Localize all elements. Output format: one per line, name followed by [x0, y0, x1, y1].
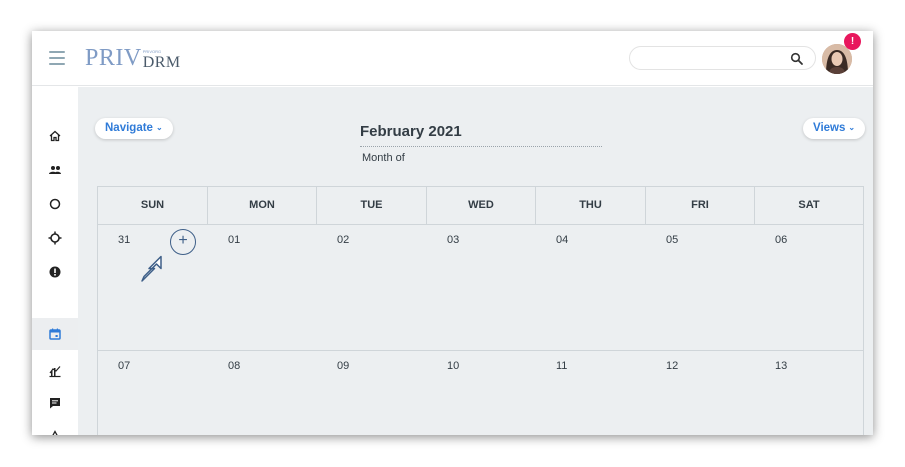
day-number: 12 [666, 360, 679, 372]
search-icon[interactable] [790, 52, 804, 66]
weekday-thu: THU [536, 187, 646, 224]
day-number: 07 [118, 360, 131, 372]
chart-icon [49, 366, 61, 378]
day-cell[interactable]: 10 [427, 351, 536, 435]
day-number: 08 [228, 360, 241, 372]
weekday-sun: SUN [98, 187, 208, 224]
week-row: 07 08 09 10 11 12 13 [98, 351, 863, 435]
week-row: 31 + 01 02 03 04 05 06 [98, 225, 863, 351]
calendar-subtitle: Month of [362, 152, 405, 164]
menu-icon[interactable] [49, 51, 65, 65]
day-cell[interactable]: 07 [98, 351, 208, 435]
day-number: 02 [337, 234, 350, 246]
logo-sub-text: DRM [142, 54, 181, 71]
day-cell[interactable]: 11 [536, 351, 646, 435]
day-cell[interactable]: 13 [755, 351, 863, 435]
day-number: 09 [337, 360, 350, 372]
weekday-sat: SAT [798, 199, 820, 211]
day-cell[interactable]: 12 [646, 351, 755, 435]
day-cell[interactable]: 08 [208, 351, 317, 435]
arrow-icon [141, 255, 162, 282]
logo-main-text: PRIV [85, 45, 142, 71]
warning-icon [52, 430, 58, 435]
day-cell[interactable]: 01 [208, 225, 317, 350]
day-number: 05 [666, 234, 679, 246]
weekday-header: SUN MON TUE WED THU FRI SAT [98, 187, 863, 225]
weekday-mon: MON [208, 187, 317, 224]
title-divider [360, 146, 602, 147]
weekday-tue: TUE [317, 187, 427, 224]
weekday-wed: WED [427, 187, 536, 224]
alert-circle-icon [49, 266, 61, 278]
home-icon [49, 130, 61, 142]
day-number: 11 [556, 360, 568, 372]
app-window: PRIV PRIVORG DRM ! Navigate ⌄ Views ⌄ Fe… [32, 31, 873, 435]
sidebar-item-users[interactable] [32, 154, 78, 186]
calendar-icon [49, 328, 61, 340]
month-grid: SUN MON TUE WED THU FRI SAT 31 + 01 02 0 [97, 186, 864, 435]
views-label: Views [813, 122, 846, 134]
sidebar [32, 87, 78, 435]
logo[interactable]: PRIV PRIVORG DRM [85, 45, 181, 71]
day-number: 31 [118, 234, 131, 246]
sidebar-item-calendar[interactable] [32, 318, 78, 350]
day-cell[interactable]: 04 [536, 225, 646, 350]
users-icon [49, 166, 61, 174]
day-number: 06 [775, 234, 788, 246]
sidebar-item-messages[interactable] [32, 387, 78, 419]
sidebar-item-charts[interactable] [32, 355, 78, 387]
search-box[interactable] [629, 46, 816, 70]
chevron-down-icon: ⌄ [848, 123, 856, 132]
day-number: 13 [775, 360, 788, 372]
day-cell[interactable]: 03 [427, 225, 536, 350]
navigate-label: Navigate [105, 122, 153, 134]
search-input[interactable] [640, 50, 780, 67]
day-number: 01 [228, 234, 241, 246]
day-cell[interactable]: 06 [755, 225, 863, 350]
day-cell[interactable]: 02 [317, 225, 427, 350]
day-number: 04 [556, 234, 569, 246]
calendar-view: Navigate ⌄ Views ⌄ February 2021 Month of … [78, 87, 873, 435]
notification-badge[interactable]: ! [844, 33, 861, 50]
day-cell[interactable]: 31 + [98, 225, 208, 350]
day-number: 10 [447, 360, 460, 372]
navigate-button[interactable]: Navigate ⌄ [95, 118, 173, 139]
sidebar-item-warnings[interactable] [32, 421, 78, 435]
day-number: 03 [447, 234, 460, 246]
calendar-title: February 2021 [360, 123, 462, 140]
weekday-fri: FRI [646, 187, 755, 224]
day-cell[interactable]: 05 [646, 225, 755, 350]
day-cell[interactable]: 09 [317, 351, 427, 435]
top-bar: PRIV PRIVORG DRM ! [32, 31, 873, 86]
chevron-down-icon: ⌄ [155, 123, 163, 132]
add-event-button[interactable]: + [170, 229, 196, 255]
views-button[interactable]: Views ⌄ [803, 118, 866, 139]
target-icon [48, 231, 62, 245]
sidebar-item-alerts[interactable] [32, 256, 78, 288]
message-icon [50, 398, 60, 409]
circle-icon [49, 198, 61, 210]
sidebar-item-circle[interactable] [32, 188, 78, 220]
sidebar-item-home[interactable] [32, 120, 78, 152]
sidebar-item-target[interactable] [32, 222, 78, 254]
